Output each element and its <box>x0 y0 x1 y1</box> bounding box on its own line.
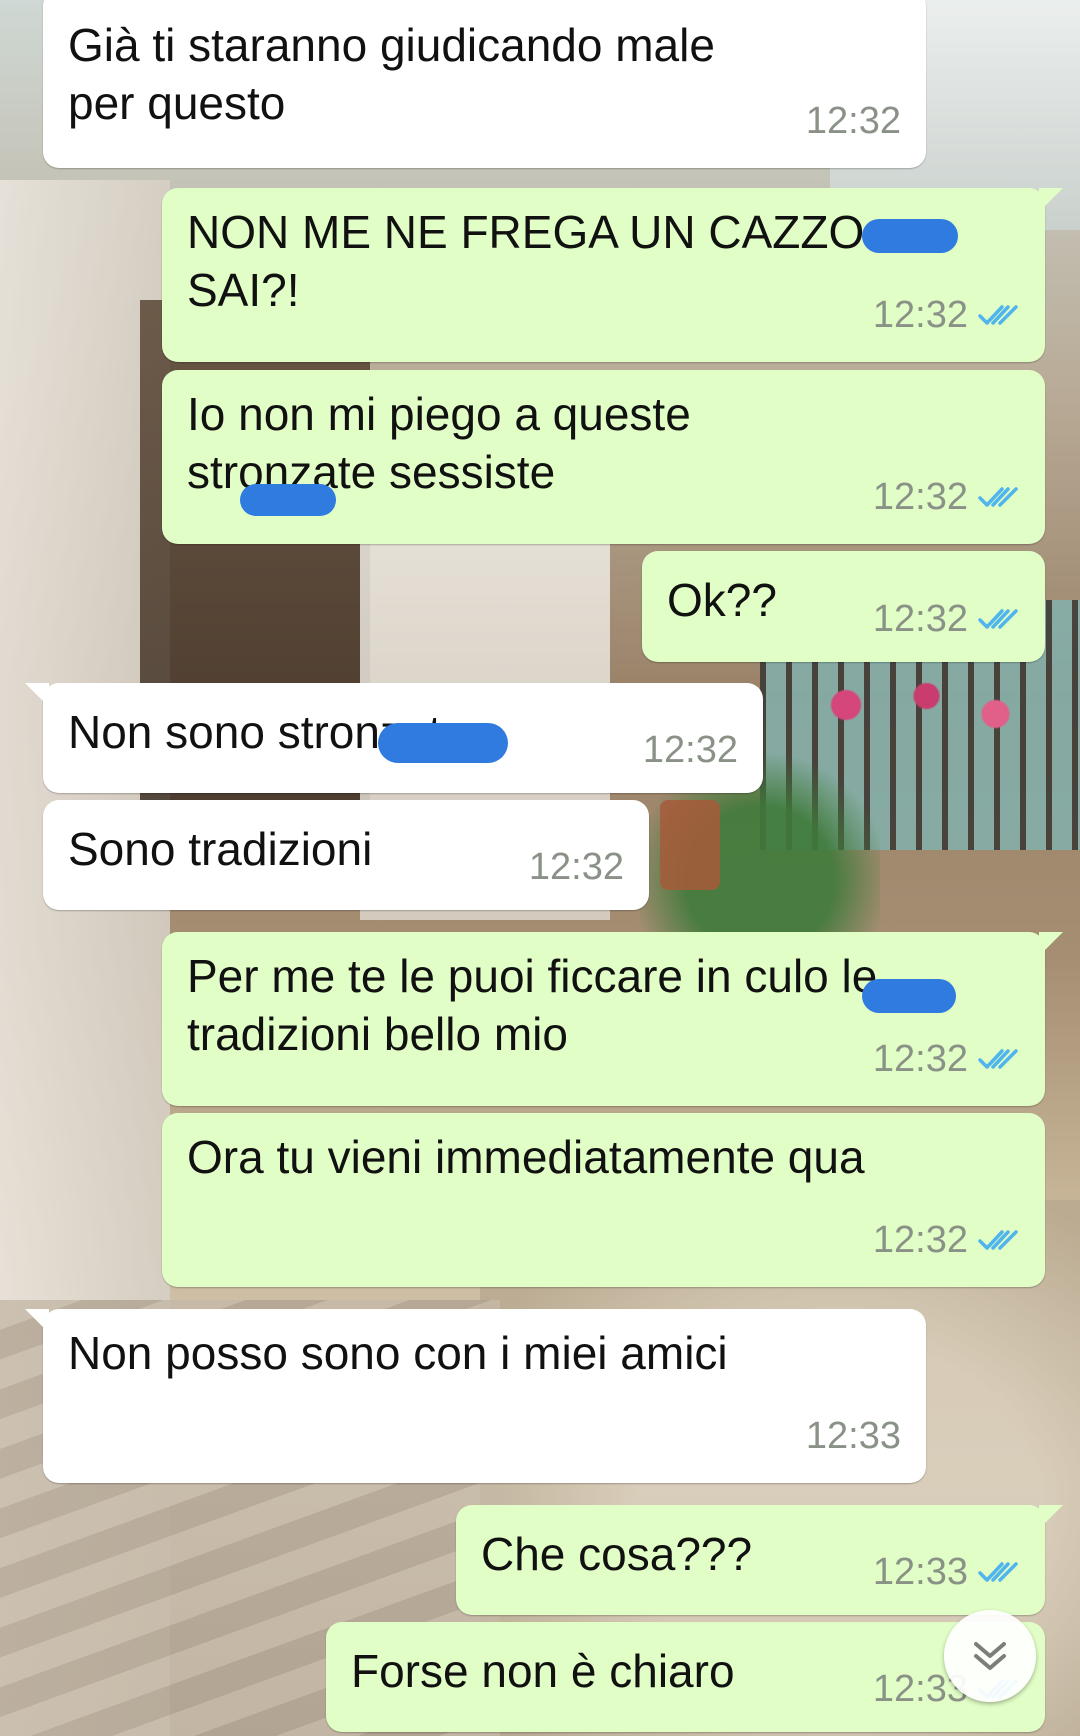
message-time: 12:32 <box>805 100 901 142</box>
message-text: NON ME NE FREGA UN CAZZO SAI?! <box>187 206 865 316</box>
message-bubble-outgoing[interactable]: Ora tu vieni immediatamente qua 12:32 <box>162 1113 1045 1287</box>
message-bubble-outgoing[interactable]: Io non mi piego a queste stronzate sessi… <box>162 370 1045 544</box>
message-text: Forse non è chiaro <box>351 1645 735 1697</box>
message-meta: 12:32 <box>873 1211 1020 1269</box>
message-meta: 12:32 <box>806 92 901 150</box>
double-check-icon <box>978 1230 1018 1250</box>
double-check-icon <box>978 1049 1018 1069</box>
message-meta: 12:33 <box>873 1543 1020 1601</box>
message-meta: 12:32 <box>873 286 1020 344</box>
redaction-mark <box>862 979 956 1013</box>
double-check-icon <box>978 609 1018 629</box>
double-check-icon <box>978 1562 1018 1582</box>
message-bubble-outgoing[interactable]: Ok?? 12:32 <box>642 551 1045 662</box>
message-time: 12:32 <box>642 729 738 771</box>
message-text: Che cosa??? <box>481 1528 753 1580</box>
message-text: Sono tradizioni <box>68 823 373 875</box>
message-meta: 12:32 <box>873 468 1020 526</box>
message-time: 12:33 <box>805 1415 901 1457</box>
wallpaper-pot <box>660 800 720 890</box>
message-meta: 12:32 <box>643 721 738 779</box>
message-text: Per me te le puoi ficcare in culo le tra… <box>187 950 878 1060</box>
message-text: Già ti staranno giudicando male per ques… <box>68 19 715 129</box>
message-bubble-incoming[interactable]: Non posso sono con i miei amici 12:33 <box>25 1309 926 1483</box>
message-text: Ora tu vieni immediatamente qua <box>187 1131 865 1183</box>
message-text: Non posso sono con i miei amici <box>68 1327 728 1379</box>
message-meta: 12:32 <box>873 590 1020 648</box>
message-meta: 12:32 <box>529 838 624 896</box>
message-meta: 12:33 <box>806 1407 901 1465</box>
message-bubble-incoming[interactable]: Sono tradizioni 12:32 <box>43 800 649 910</box>
message-bubble-incoming[interactable]: Già ti staranno giudicando male per ques… <box>43 0 926 168</box>
redaction-mark <box>240 484 336 516</box>
double-check-icon <box>978 305 1018 325</box>
message-time: 12:33 <box>872 1551 968 1593</box>
redaction-mark <box>378 723 508 763</box>
redaction-mark <box>862 219 958 253</box>
message-time: 12:32 <box>872 598 968 640</box>
message-bubble-outgoing[interactable]: Che cosa??? 12:33 <box>456 1505 1063 1615</box>
wallpaper-flowers <box>800 660 1030 750</box>
message-time: 12:32 <box>528 846 624 888</box>
chevron-double-down-icon <box>974 1642 1006 1670</box>
message-meta: 12:32 <box>873 1030 1020 1088</box>
message-text: Ok?? <box>667 574 777 626</box>
double-check-icon <box>978 487 1018 507</box>
message-bubble-outgoing[interactable]: Forse non è chiaro 12:33 <box>326 1622 1045 1732</box>
message-bubble-incoming[interactable]: Non sono stronzate 12:32 <box>25 683 763 793</box>
message-time: 12:32 <box>872 294 968 336</box>
message-time: 12:32 <box>872 1038 968 1080</box>
message-time: 12:32 <box>872 476 968 518</box>
message-bubble-outgoing[interactable]: NON ME NE FREGA UN CAZZO SAI?! 12:32 <box>162 188 1063 362</box>
message-time: 12:32 <box>872 1219 968 1261</box>
message-bubble-outgoing[interactable]: Per me te le puoi ficcare in culo le tra… <box>162 932 1063 1106</box>
scroll-to-bottom-button[interactable] <box>944 1610 1036 1702</box>
